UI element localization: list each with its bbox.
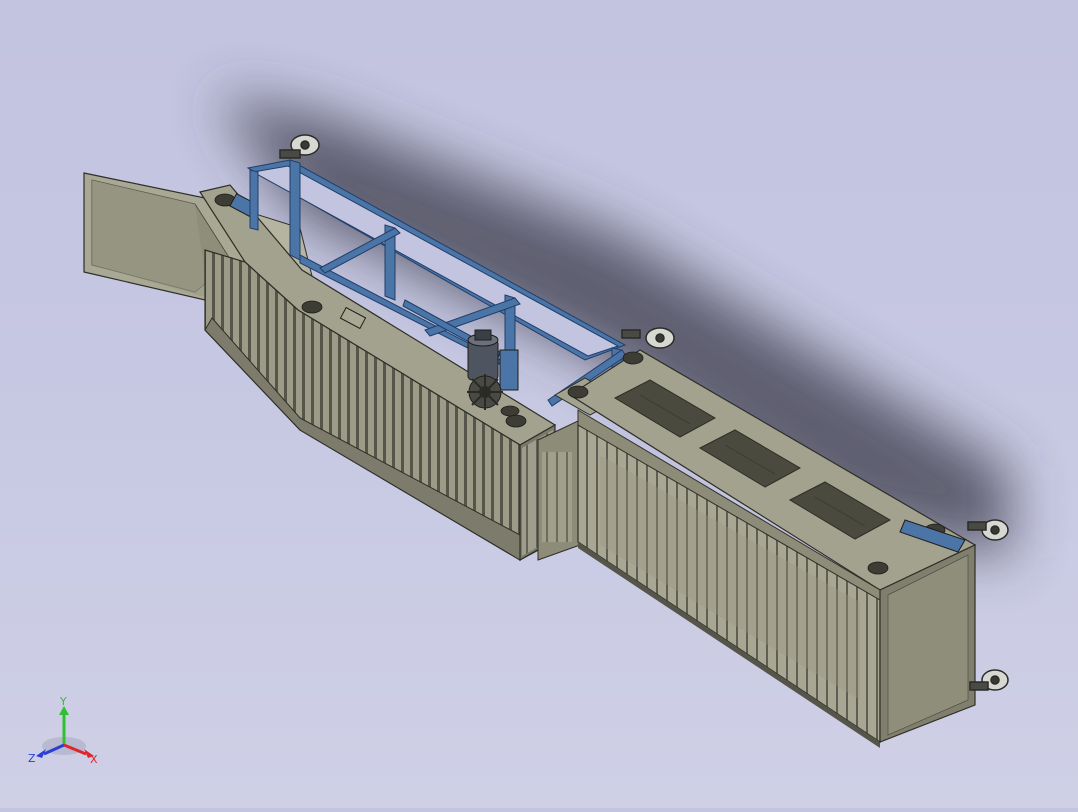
triad-x-label: X (90, 753, 98, 766)
cad-viewport[interactable]: Y X Z (0, 0, 1078, 808)
conveyor-assembly-model[interactable] (0, 0, 1078, 808)
orientation-triad[interactable]: Y X Z (22, 690, 112, 770)
triad-z-label: Z (28, 752, 36, 765)
triad-y-label: Y (59, 695, 67, 708)
